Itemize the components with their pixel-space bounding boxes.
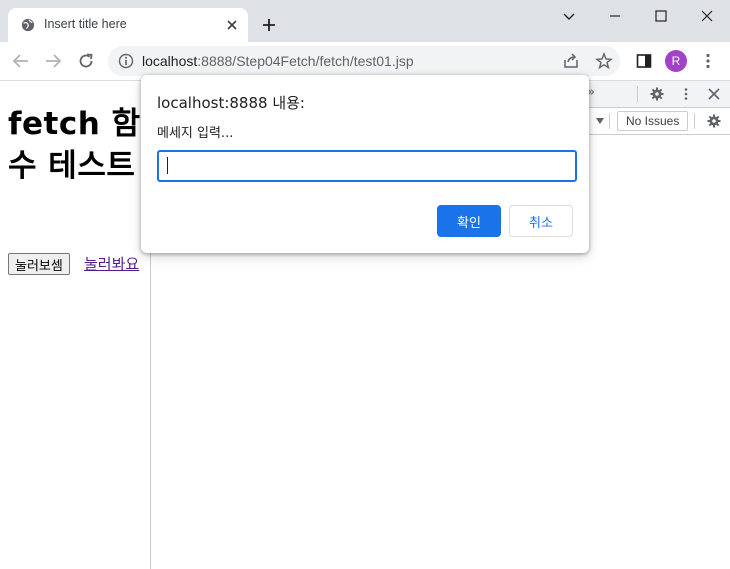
- page-button[interactable]: 눌러보셈: [8, 253, 70, 275]
- tab-search-icon[interactable]: [561, 8, 577, 24]
- page-viewport: fetch 함수 테스트 눌러봐요 눌러보셈: [0, 81, 151, 569]
- ok-button[interactable]: 확인: [437, 205, 501, 237]
- page-heading: fetch 함수 테스트: [8, 106, 141, 184]
- tab-title: Insert title here: [44, 17, 127, 31]
- dialog-title: localhost:8888 내용:: [157, 94, 305, 112]
- close-devtools-icon[interactable]: [707, 87, 721, 101]
- settings-gear-icon[interactable]: [650, 87, 664, 101]
- forward-arrow-icon[interactable]: [44, 52, 62, 70]
- close-tab-icon[interactable]: [226, 19, 238, 31]
- share-icon[interactable]: [562, 52, 580, 70]
- profile-avatar[interactable]: R: [665, 50, 687, 72]
- tab-strip: Insert title here: [0, 0, 730, 42]
- new-tab-icon[interactable]: [262, 18, 276, 32]
- browser-tab[interactable]: Insert title here: [8, 8, 248, 42]
- bookmark-star-icon[interactable]: [595, 52, 613, 70]
- level-dropdown-icon[interactable]: [593, 114, 607, 128]
- cancel-button[interactable]: 취소: [509, 205, 573, 237]
- devtools-menu-icon[interactable]: [679, 87, 693, 101]
- console-settings-icon[interactable]: [707, 114, 721, 128]
- back-arrow-icon[interactable]: [12, 52, 30, 70]
- text-caret: [167, 157, 168, 174]
- divider: [609, 113, 610, 129]
- reload-icon[interactable]: [77, 52, 95, 70]
- url-host: localhost: [142, 53, 198, 69]
- prompt-input[interactable]: [157, 150, 577, 182]
- prompt-dialog: localhost:8888 내용: 메세지 입력... 확인 취소: [141, 75, 589, 253]
- divider: [637, 86, 638, 102]
- close-window-icon[interactable]: [699, 8, 715, 24]
- address-bar[interactable]: localhost:8888/Step04Fetch/fetch/test01.…: [108, 46, 620, 76]
- maximize-icon[interactable]: [653, 8, 669, 24]
- side-panel-icon[interactable]: [635, 52, 653, 70]
- dialog-message: 메세지 입력...: [157, 126, 234, 141]
- browser-menu-icon[interactable]: [699, 52, 717, 70]
- url-path: :8888/Step04Fetch/fetch/test01.jsp: [197, 53, 414, 69]
- globe-icon: [21, 18, 35, 32]
- divider: [694, 113, 695, 129]
- site-info-icon[interactable]: [118, 53, 134, 69]
- url-text: localhost:8888/Step04Fetch/fetch/test01.…: [142, 53, 414, 69]
- minimize-icon[interactable]: [607, 8, 623, 24]
- issues-counter[interactable]: No Issues: [617, 111, 689, 131]
